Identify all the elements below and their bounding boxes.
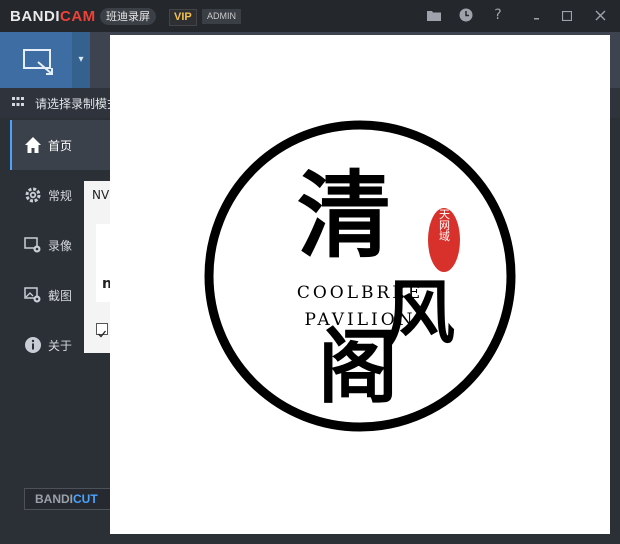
title-bar: BANDICAM 班迪录屏 VIP ADMIN ? (0, 0, 620, 32)
chevron-down-icon: ▾ (78, 54, 84, 65)
bandicut-button[interactable]: BANDICUT (24, 488, 114, 510)
image-overlay: COOLBREE PAVILION 清 风 阁 天网域 (110, 35, 610, 534)
pavilion-logo: COOLBREE PAVILION 清 风 阁 天网域 (204, 120, 516, 432)
help-button[interactable]: ? (487, 5, 509, 25)
maximize-button[interactable] (556, 5, 578, 25)
vip-badge[interactable]: VIP (169, 9, 197, 26)
logo-char-ge: 阁 (318, 321, 398, 414)
info-icon (25, 337, 41, 353)
sidebar-item-label: 截图 (48, 289, 73, 303)
grid-icon (12, 97, 24, 106)
minimize-button[interactable] (526, 5, 548, 25)
minimize-icon (534, 18, 539, 20)
history-button[interactable] (455, 5, 477, 25)
product-name-badge: 班迪录屏 (100, 8, 156, 25)
close-icon (595, 10, 605, 21)
mode-dropdown-button[interactable]: ▾ (72, 32, 90, 88)
sidebar-item-home[interactable]: 首页 (10, 120, 112, 170)
rectangle-select-icon (23, 49, 53, 75)
clock-icon (459, 8, 473, 22)
admin-badge: ADMIN (202, 9, 241, 24)
screen-record-mode-button[interactable] (0, 32, 72, 88)
home-icon (25, 137, 41, 153)
dialog-checkbox[interactable] (96, 323, 108, 338)
video-gear-icon (24, 237, 41, 253)
red-seal: 天网域 (428, 208, 460, 272)
mode-select-label: 请选择录制模式 (35, 97, 120, 111)
sidebar-item-label: 录像 (48, 239, 73, 253)
sidebar-item-label: 首页 (48, 139, 73, 153)
logo-char-qing: 清 (297, 162, 391, 271)
close-button[interactable] (589, 5, 611, 25)
help-icon: ? (494, 7, 502, 23)
seal-text: 天网域 (438, 209, 451, 242)
image-gear-icon (24, 287, 41, 303)
dialog-title: NV (92, 188, 110, 202)
sidebar-item-label: 常规 (48, 189, 73, 203)
sidebar-item-label: 关于 (48, 339, 73, 353)
folder-button[interactable] (423, 5, 445, 25)
gear-icon (25, 187, 41, 203)
app-logo: BANDICAM (10, 8, 96, 25)
folder-icon (427, 11, 441, 21)
checkmark-icon (98, 330, 107, 338)
maximize-icon (561, 10, 573, 22)
